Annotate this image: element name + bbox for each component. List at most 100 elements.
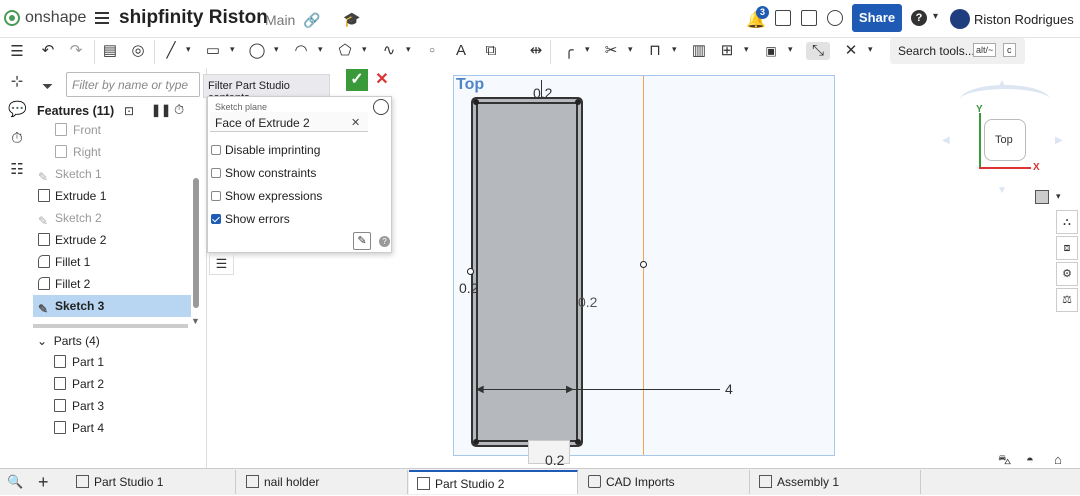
display-icon[interactable]: ⌂	[1054, 452, 1062, 467]
feature-list-scrollbar[interactable]	[193, 178, 199, 308]
user-name[interactable]: Riston Rodrigues	[974, 12, 1074, 27]
feature-filter-input[interactable]: Filter by name or type	[66, 72, 200, 97]
sketch-vertex[interactable]	[473, 439, 479, 445]
show-constraints-checkbox[interactable]: Show constraints	[211, 166, 316, 180]
trim-tool-icon[interactable]: ✂	[602, 42, 620, 60]
configuration-icon[interactable]: ◎	[130, 42, 146, 60]
variable-table-icon[interactable]: ⊹	[8, 72, 26, 90]
sketch-point[interactable]	[467, 268, 474, 275]
sketch-inner-rectangle[interactable]	[476, 102, 578, 442]
part-item[interactable]: Part 4	[50, 417, 190, 439]
sketch-vertex[interactable]	[575, 439, 581, 445]
chevron-down-icon[interactable]: ▾	[362, 44, 367, 55]
dimension-bottom[interactable]: 0.2	[545, 452, 564, 468]
chevron-down-icon[interactable]: ▾	[628, 44, 633, 55]
clear-icon[interactable]: ✕	[351, 116, 360, 129]
feature-item-right[interactable]: Right	[33, 141, 191, 163]
explode-view-icon[interactable]: ⚙	[1056, 262, 1078, 286]
dimension-left[interactable]: 0.2	[459, 280, 478, 296]
tab-cad-imports[interactable]: CAD Imports	[580, 470, 750, 494]
help-icon[interactable]: ?	[911, 10, 927, 26]
chevron-down-icon[interactable]: ▾	[186, 44, 191, 55]
checkbox-icon[interactable]	[211, 191, 221, 201]
construction-tool-icon[interactable]: ⤡	[806, 42, 830, 60]
mirror-tool-icon[interactable]: ⇹	[527, 42, 545, 60]
checkbox-icon[interactable]	[211, 168, 221, 178]
chevron-down-icon[interactable]: ▾	[1056, 191, 1061, 202]
offset-tool-icon[interactable]: ⊓	[646, 42, 664, 60]
search-tabs-icon[interactable]: 🔍	[7, 474, 23, 490]
show-errors-checkbox[interactable]: Show errors	[211, 212, 290, 226]
app-store-icon[interactable]	[801, 10, 817, 26]
feature-list-icon[interactable]: ☰	[8, 42, 26, 60]
panel-divider[interactable]	[33, 324, 188, 328]
fillet-tool-icon[interactable]: ╭	[560, 42, 578, 60]
tab-nail-holder[interactable]: nail holder	[238, 470, 408, 494]
filter-part-studio-button[interactable]: Filter Part Studio contents	[203, 74, 330, 104]
sketch-plane-field[interactable]: Face of Extrude 2	[210, 112, 368, 132]
pattern-tool-icon[interactable]: ▥	[690, 42, 708, 60]
document-title[interactable]: shipfinity Riston	[119, 7, 268, 29]
undo-icon[interactable]: ↶	[40, 42, 56, 60]
chevron-down-icon[interactable]: ▾	[744, 44, 749, 55]
text-tool-icon[interactable]: A	[452, 42, 470, 60]
disable-imprinting-checkbox[interactable]: Disable imprinting	[211, 143, 320, 157]
add-folder-icon[interactable]: ⊡	[124, 104, 134, 118]
cancel-close-icon[interactable]: ✕	[372, 69, 392, 91]
use-tool-icon[interactable]: ⧉	[482, 42, 500, 60]
chevron-down-icon[interactable]: ▾	[672, 44, 677, 55]
rebuild-timer-icon[interactable]: ⏱	[174, 102, 184, 118]
scroll-down-icon[interactable]: ▼	[191, 316, 200, 326]
redo-icon[interactable]: ↷	[68, 42, 84, 60]
rotate-down-arrow-icon[interactable]: ▼	[997, 185, 1007, 196]
sketch-settings-icon[interactable]: ✎	[353, 232, 371, 250]
history-clock-icon[interactable]	[373, 99, 389, 115]
point-tool-icon[interactable]: ○	[425, 42, 439, 60]
chevron-down-icon[interactable]: ▾	[274, 44, 279, 55]
versions-icon[interactable]	[827, 10, 843, 26]
document-info-icon[interactable]	[775, 10, 791, 26]
chevron-down-icon[interactable]: ▾	[406, 44, 411, 55]
sketch-list-icon[interactable]: ☰	[209, 253, 234, 275]
chevron-down-icon[interactable]: ▾	[585, 44, 590, 55]
feature-item-extrude-2[interactable]: Extrude 2	[33, 229, 191, 251]
feature-item-sketch-1[interactable]: ✎ Sketch 1	[33, 163, 191, 185]
chevron-down-icon[interactable]: ▾	[868, 44, 873, 55]
rollback-icon[interactable]: ❚❚	[151, 103, 171, 117]
part-item[interactable]: Part 1	[50, 351, 190, 373]
confirm-check-icon[interactable]: ✓	[346, 69, 368, 91]
onshape-logo-icon[interactable]	[4, 10, 20, 26]
filter-icon[interactable]: ⏷	[42, 78, 53, 95]
menu-icon[interactable]	[95, 12, 109, 27]
link-icon[interactable]: 🔗	[303, 12, 320, 29]
measure-icon[interactable]: ⚖	[1056, 288, 1078, 312]
parts-heading[interactable]: ⌄ Parts (4)	[37, 334, 100, 348]
rotate-arc-icon[interactable]	[960, 85, 1050, 115]
chevron-down-icon[interactable]: ▾	[933, 11, 938, 22]
render-mode-icon[interactable]: ⛬	[1056, 210, 1078, 234]
chevron-down-icon[interactable]: ▾	[318, 44, 323, 55]
feature-item-fillet-1[interactable]: Fillet 1	[33, 251, 191, 273]
polygon-tool-icon[interactable]: ⬠	[336, 42, 354, 60]
feature-item-extrude-1[interactable]: Extrude 1	[33, 185, 191, 207]
sketch-vertex[interactable]	[575, 99, 581, 105]
rotate-left-arrow-icon[interactable]: ◀	[942, 135, 950, 146]
share-button[interactable]: Share	[852, 4, 902, 32]
dxf-import-icon[interactable]: ▣	[762, 42, 780, 60]
feature-item-fillet-2[interactable]: Fillet 2	[33, 273, 191, 295]
tab-assembly-1[interactable]: Assembly 1	[751, 470, 921, 494]
timer-icon[interactable]: ⏱	[8, 130, 26, 148]
dimension-tool-icon[interactable]: ✕	[842, 42, 860, 60]
comments-icon[interactable]: 💬	[8, 100, 27, 118]
spline-tool-icon[interactable]: ∿	[380, 42, 398, 60]
tables-icon[interactable]: ▤	[102, 42, 118, 60]
section-view-icon[interactable]: ⧈	[1056, 236, 1078, 260]
view-options-cube-icon[interactable]	[1035, 190, 1049, 204]
add-tab-icon[interactable]: +	[38, 472, 49, 493]
user-avatar-icon[interactable]	[950, 9, 970, 29]
learning-center-icon[interactable]: 🎓	[343, 11, 360, 28]
dimension-right[interactable]: 0.2	[578, 294, 597, 310]
feature-item-sketch-3[interactable]: ✎ Sketch 3	[33, 295, 191, 317]
onshape-logo-text[interactable]: onshape	[25, 9, 86, 27]
chevron-down-icon[interactable]: ⌄	[37, 334, 47, 348]
